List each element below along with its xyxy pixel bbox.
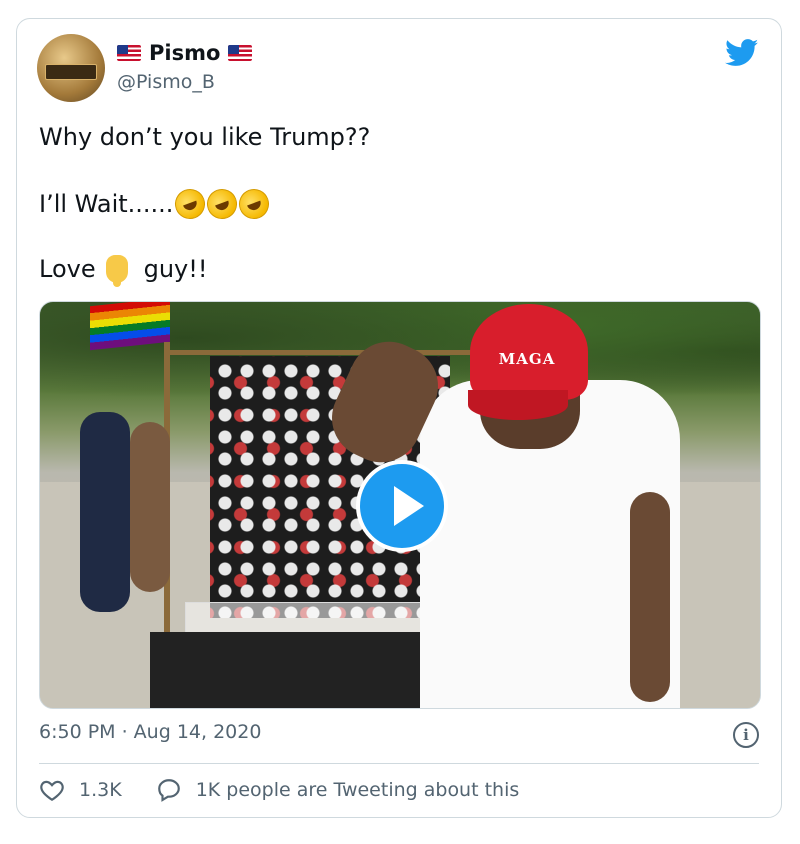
tweet-text-line-2: I’ll Wait......: [39, 184, 274, 224]
divider: [39, 763, 759, 764]
tweet-text-line-1: Why don’t you like Trump??: [39, 123, 371, 151]
video-scene-hat-text: MAGA: [498, 350, 556, 368]
laughing-emoji-icon: [171, 184, 210, 224]
avatar[interactable]: [37, 34, 105, 102]
tweet-text-guy: guy!!: [143, 255, 208, 283]
tweet-text-love: Love: [39, 255, 96, 283]
avatar-plaque: [45, 64, 97, 80]
video-scene-pride-flag: [90, 302, 170, 351]
video-scene-pedestrian: [130, 422, 170, 592]
video-scene-bar: [164, 350, 504, 355]
laughing-emoji-icon: [235, 184, 274, 224]
pointing-down-emoji-icon: [105, 255, 128, 287]
twitter-bird-icon[interactable]: [725, 39, 759, 67]
video-scene-table: [150, 632, 450, 708]
tweet-text-line-3: Love guy!!: [39, 255, 208, 287]
video-scene-person-arm: [630, 492, 670, 702]
us-flag-icon: [117, 45, 141, 61]
play-icon[interactable]: [356, 460, 448, 552]
tweet-actions: 1.3K 1K people are Tweeting about this: [39, 777, 519, 803]
video-player[interactable]: MAGA: [39, 301, 761, 709]
info-icon[interactable]: i: [733, 722, 759, 748]
like-count: 1.3K: [79, 779, 122, 801]
video-scene-pedestrian: [80, 412, 130, 612]
speech-bubble-icon: [157, 779, 180, 802]
heart-icon: [40, 780, 64, 802]
tweet-text-wait: I’ll Wait......: [39, 190, 174, 218]
author-name-row[interactable]: Pismo: [117, 41, 253, 65]
laughing-emoji-icon: [203, 184, 242, 224]
video-scene-hat-brim: [468, 390, 568, 420]
us-flag-icon: [228, 45, 253, 61]
tweeting-about-text: 1K people are Tweeting about this: [195, 779, 520, 801]
tweeting-about-link[interactable]: 1K people are Tweeting about this: [156, 777, 520, 803]
tweet-card: Pismo @Pismo_B Why don’t you like Trump?…: [16, 18, 782, 818]
author-handle[interactable]: @Pismo_B: [117, 71, 215, 93]
tweet-timestamp[interactable]: 6:50 PM · Aug 14, 2020: [39, 721, 261, 743]
like-button[interactable]: 1.3K: [39, 777, 122, 803]
author-display-name[interactable]: Pismo: [149, 41, 220, 65]
